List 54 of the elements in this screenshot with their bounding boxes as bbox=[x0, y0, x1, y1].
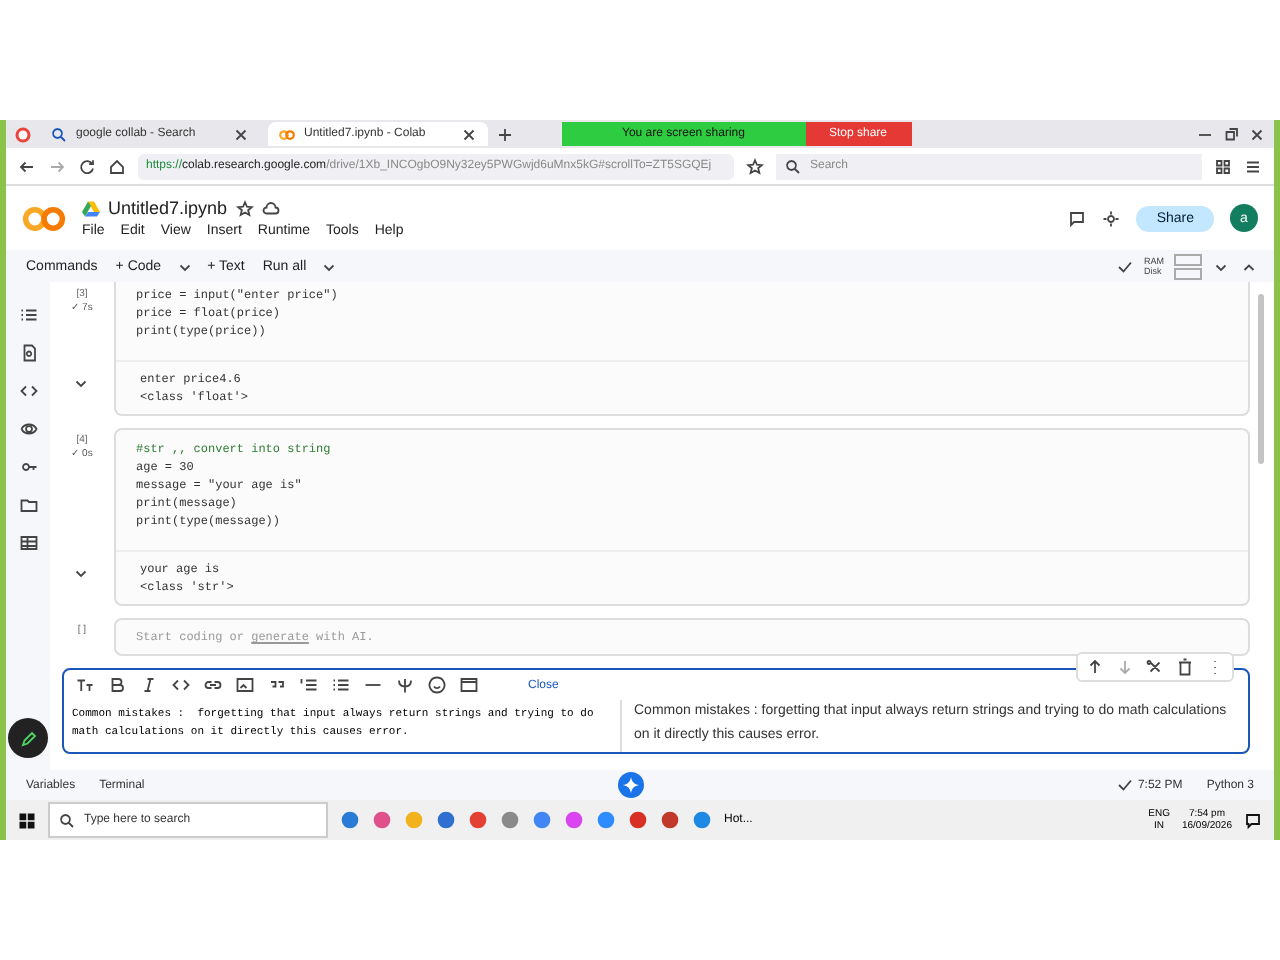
colab-logo-icon bbox=[278, 125, 296, 143]
move-up-icon[interactable] bbox=[1086, 658, 1104, 676]
check-icon bbox=[1115, 776, 1134, 794]
search-icon bbox=[784, 157, 802, 175]
edit-fab[interactable] bbox=[8, 718, 48, 758]
check-icon bbox=[1116, 257, 1134, 275]
link-icon[interactable] bbox=[204, 676, 222, 694]
folder-icon[interactable] bbox=[19, 496, 37, 514]
code-icon[interactable] bbox=[19, 382, 37, 400]
delete-icon[interactable] bbox=[1176, 658, 1194, 676]
text-size-icon[interactable] bbox=[76, 676, 94, 694]
bold-icon[interactable] bbox=[108, 676, 126, 694]
ram-meter bbox=[1174, 253, 1202, 265]
close-icon[interactable] bbox=[460, 125, 478, 143]
close-icon[interactable] bbox=[1248, 125, 1266, 143]
notification-icon[interactable] bbox=[1244, 811, 1262, 829]
emoji-icon[interactable] bbox=[428, 676, 446, 694]
back-icon[interactable] bbox=[18, 157, 36, 175]
scissors-icon[interactable] bbox=[1146, 658, 1164, 676]
windows-start-icon[interactable] bbox=[18, 811, 36, 829]
drive-icon bbox=[82, 199, 100, 217]
table-icon[interactable] bbox=[19, 534, 37, 552]
search-icon bbox=[50, 125, 68, 143]
scrollbar-thumb[interactable] bbox=[1258, 294, 1264, 464]
cloud-icon[interactable] bbox=[261, 199, 280, 217]
comment-icon[interactable] bbox=[1068, 209, 1087, 227]
find-icon[interactable] bbox=[19, 344, 37, 362]
restore-icon[interactable] bbox=[1222, 125, 1240, 143]
search-icon bbox=[58, 811, 76, 829]
new-tab-icon[interactable] bbox=[496, 125, 514, 143]
variables-icon[interactable] bbox=[19, 420, 37, 438]
gemini-icon[interactable] bbox=[617, 772, 644, 798]
numbered-list-icon[interactable] bbox=[300, 676, 318, 694]
bookmark-star-icon[interactable] bbox=[746, 157, 764, 175]
extensions-icon[interactable] bbox=[1214, 157, 1232, 175]
close-icon[interactable] bbox=[232, 125, 250, 143]
reload-icon[interactable] bbox=[78, 157, 96, 175]
settings-icon[interactable] bbox=[1102, 209, 1121, 227]
image-icon[interactable] bbox=[236, 676, 254, 694]
browser-logo-icon[interactable] bbox=[14, 125, 32, 143]
italic-icon[interactable] bbox=[140, 676, 158, 694]
code-icon[interactable] bbox=[172, 676, 190, 694]
math-icon[interactable] bbox=[396, 676, 414, 694]
bulleted-list-icon[interactable] bbox=[332, 676, 350, 694]
colab-logo-icon[interactable] bbox=[22, 205, 66, 231]
preview-icon[interactable] bbox=[460, 676, 478, 694]
notebook-title[interactable]: Untitled7.ipynb bbox=[108, 198, 228, 218]
pencil-icon bbox=[19, 729, 37, 747]
key-icon[interactable] bbox=[19, 458, 37, 476]
home-icon[interactable] bbox=[108, 157, 126, 175]
table-of-contents-icon[interactable] bbox=[19, 306, 37, 324]
star-icon[interactable] bbox=[235, 199, 254, 217]
disk-meter bbox=[1174, 267, 1202, 279]
menu-icon[interactable] bbox=[1244, 157, 1262, 175]
